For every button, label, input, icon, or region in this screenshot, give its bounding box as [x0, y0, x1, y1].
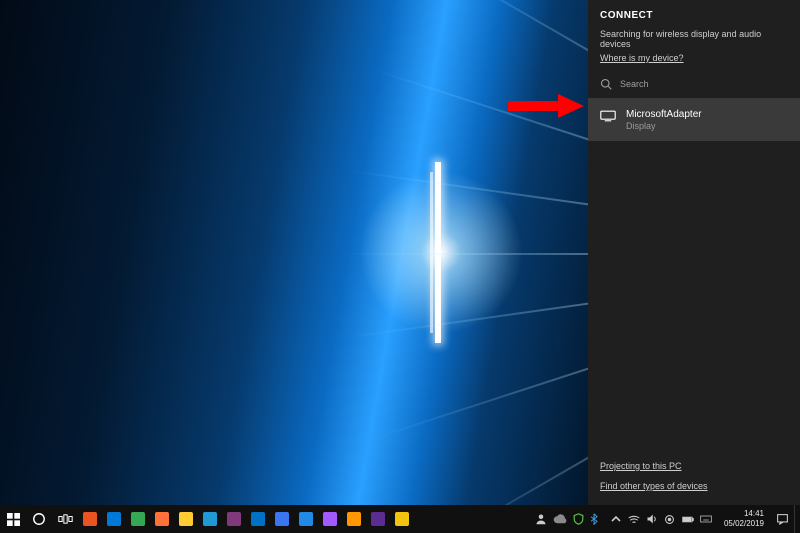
- taskbar-app-edge[interactable]: [102, 505, 126, 533]
- taskbar-app-outlook[interactable]: [246, 505, 270, 533]
- search-label: Search: [620, 79, 649, 89]
- tray-people-icon[interactable]: [535, 513, 547, 525]
- cortana-search-button[interactable]: [26, 505, 52, 533]
- chrome-icon: [131, 512, 145, 526]
- taskbar-app-store[interactable]: [198, 505, 222, 533]
- search-input[interactable]: Search: [600, 78, 788, 90]
- display-icon: [600, 110, 616, 122]
- light-ray: [494, 0, 588, 254]
- light-ray: [421, 253, 588, 505]
- clock-date: 05/02/2019: [724, 519, 764, 529]
- connect-panel: CONNECT Searching for wireless display a…: [588, 0, 800, 505]
- where-is-device-link[interactable]: Where is my device?: [600, 53, 684, 63]
- light-ray: [347, 169, 588, 254]
- light-ray: [494, 253, 588, 505]
- show-desktop-button[interactable]: [794, 505, 800, 533]
- feedback-icon: [371, 512, 385, 526]
- tray-onedrive-icon[interactable]: [553, 514, 567, 524]
- taskbar-app-firefox[interactable]: [150, 505, 174, 533]
- clock-time: 14:41: [744, 509, 764, 519]
- todo-icon: [275, 512, 289, 526]
- store-icon: [203, 512, 217, 526]
- system-tray: [604, 513, 718, 525]
- figma-icon: [323, 512, 337, 526]
- taskbar-app-feedback[interactable]: [366, 505, 390, 533]
- light-ray: [421, 0, 588, 254]
- circle-icon: [32, 512, 46, 526]
- notification-icon: [776, 513, 789, 526]
- task-view-icon: [58, 513, 73, 525]
- find-devices-link[interactable]: Find other types of devices: [600, 481, 788, 491]
- azure-icon: [299, 512, 313, 526]
- taskbar-app-todo[interactable]: [270, 505, 294, 533]
- device-name: MicrosoftAdapter: [626, 108, 702, 121]
- tray-volume-icon[interactable]: [646, 513, 658, 525]
- tray-bluetooth-icon[interactable]: [590, 513, 598, 525]
- firefox-icon: [155, 512, 169, 526]
- taskbar-app-ubuntu[interactable]: [78, 505, 102, 533]
- taskbar-app-figma[interactable]: [318, 505, 342, 533]
- edge-icon: [107, 512, 121, 526]
- action-center-button[interactable]: [770, 505, 794, 533]
- basecamp-icon: [395, 512, 409, 526]
- task-view-button[interactable]: [52, 505, 78, 533]
- taskbar-app-chrome[interactable]: [126, 505, 150, 533]
- tray-battery-icon[interactable]: [682, 513, 694, 525]
- ubuntu-icon: [83, 512, 97, 526]
- sublime-icon: [347, 512, 361, 526]
- tray-network-icon[interactable]: [628, 513, 640, 525]
- onenote-icon: [227, 512, 241, 526]
- light-ray: [341, 253, 588, 255]
- desktop-wallpaper[interactable]: [0, 0, 588, 505]
- device-type: Display: [626, 121, 702, 131]
- taskbar-app-azure[interactable]: [294, 505, 318, 533]
- tray-security-icon[interactable]: [573, 513, 584, 525]
- search-icon: [600, 78, 612, 90]
- device-item-microsoft-adapter[interactable]: MicrosoftAdapter Display: [588, 98, 800, 141]
- projecting-link[interactable]: Projecting to this PC: [600, 461, 788, 471]
- panel-status: Searching for wireless display and audio…: [600, 29, 788, 49]
- panel-title: CONNECT: [600, 10, 788, 21]
- taskbar-app-sublime[interactable]: [342, 505, 366, 533]
- taskbar-app-explorer[interactable]: [174, 505, 198, 533]
- tray-keyboard-icon[interactable]: [700, 513, 712, 525]
- taskbar-app-onenote[interactable]: [222, 505, 246, 533]
- explorer-icon: [179, 512, 193, 526]
- taskbar: 14:41 05/02/2019: [0, 505, 800, 533]
- outlook-icon: [251, 512, 265, 526]
- taskbar-app-basecamp[interactable]: [390, 505, 414, 533]
- light-ray: [370, 253, 588, 440]
- tray-chevron-up-icon[interactable]: [610, 513, 622, 525]
- tray-location-icon[interactable]: [664, 513, 676, 525]
- windows-logo-icon: [7, 513, 20, 526]
- light-ray: [347, 253, 588, 338]
- light-ray: [370, 67, 588, 254]
- start-button[interactable]: [0, 505, 26, 533]
- taskbar-clock[interactable]: 14:41 05/02/2019: [718, 509, 770, 529]
